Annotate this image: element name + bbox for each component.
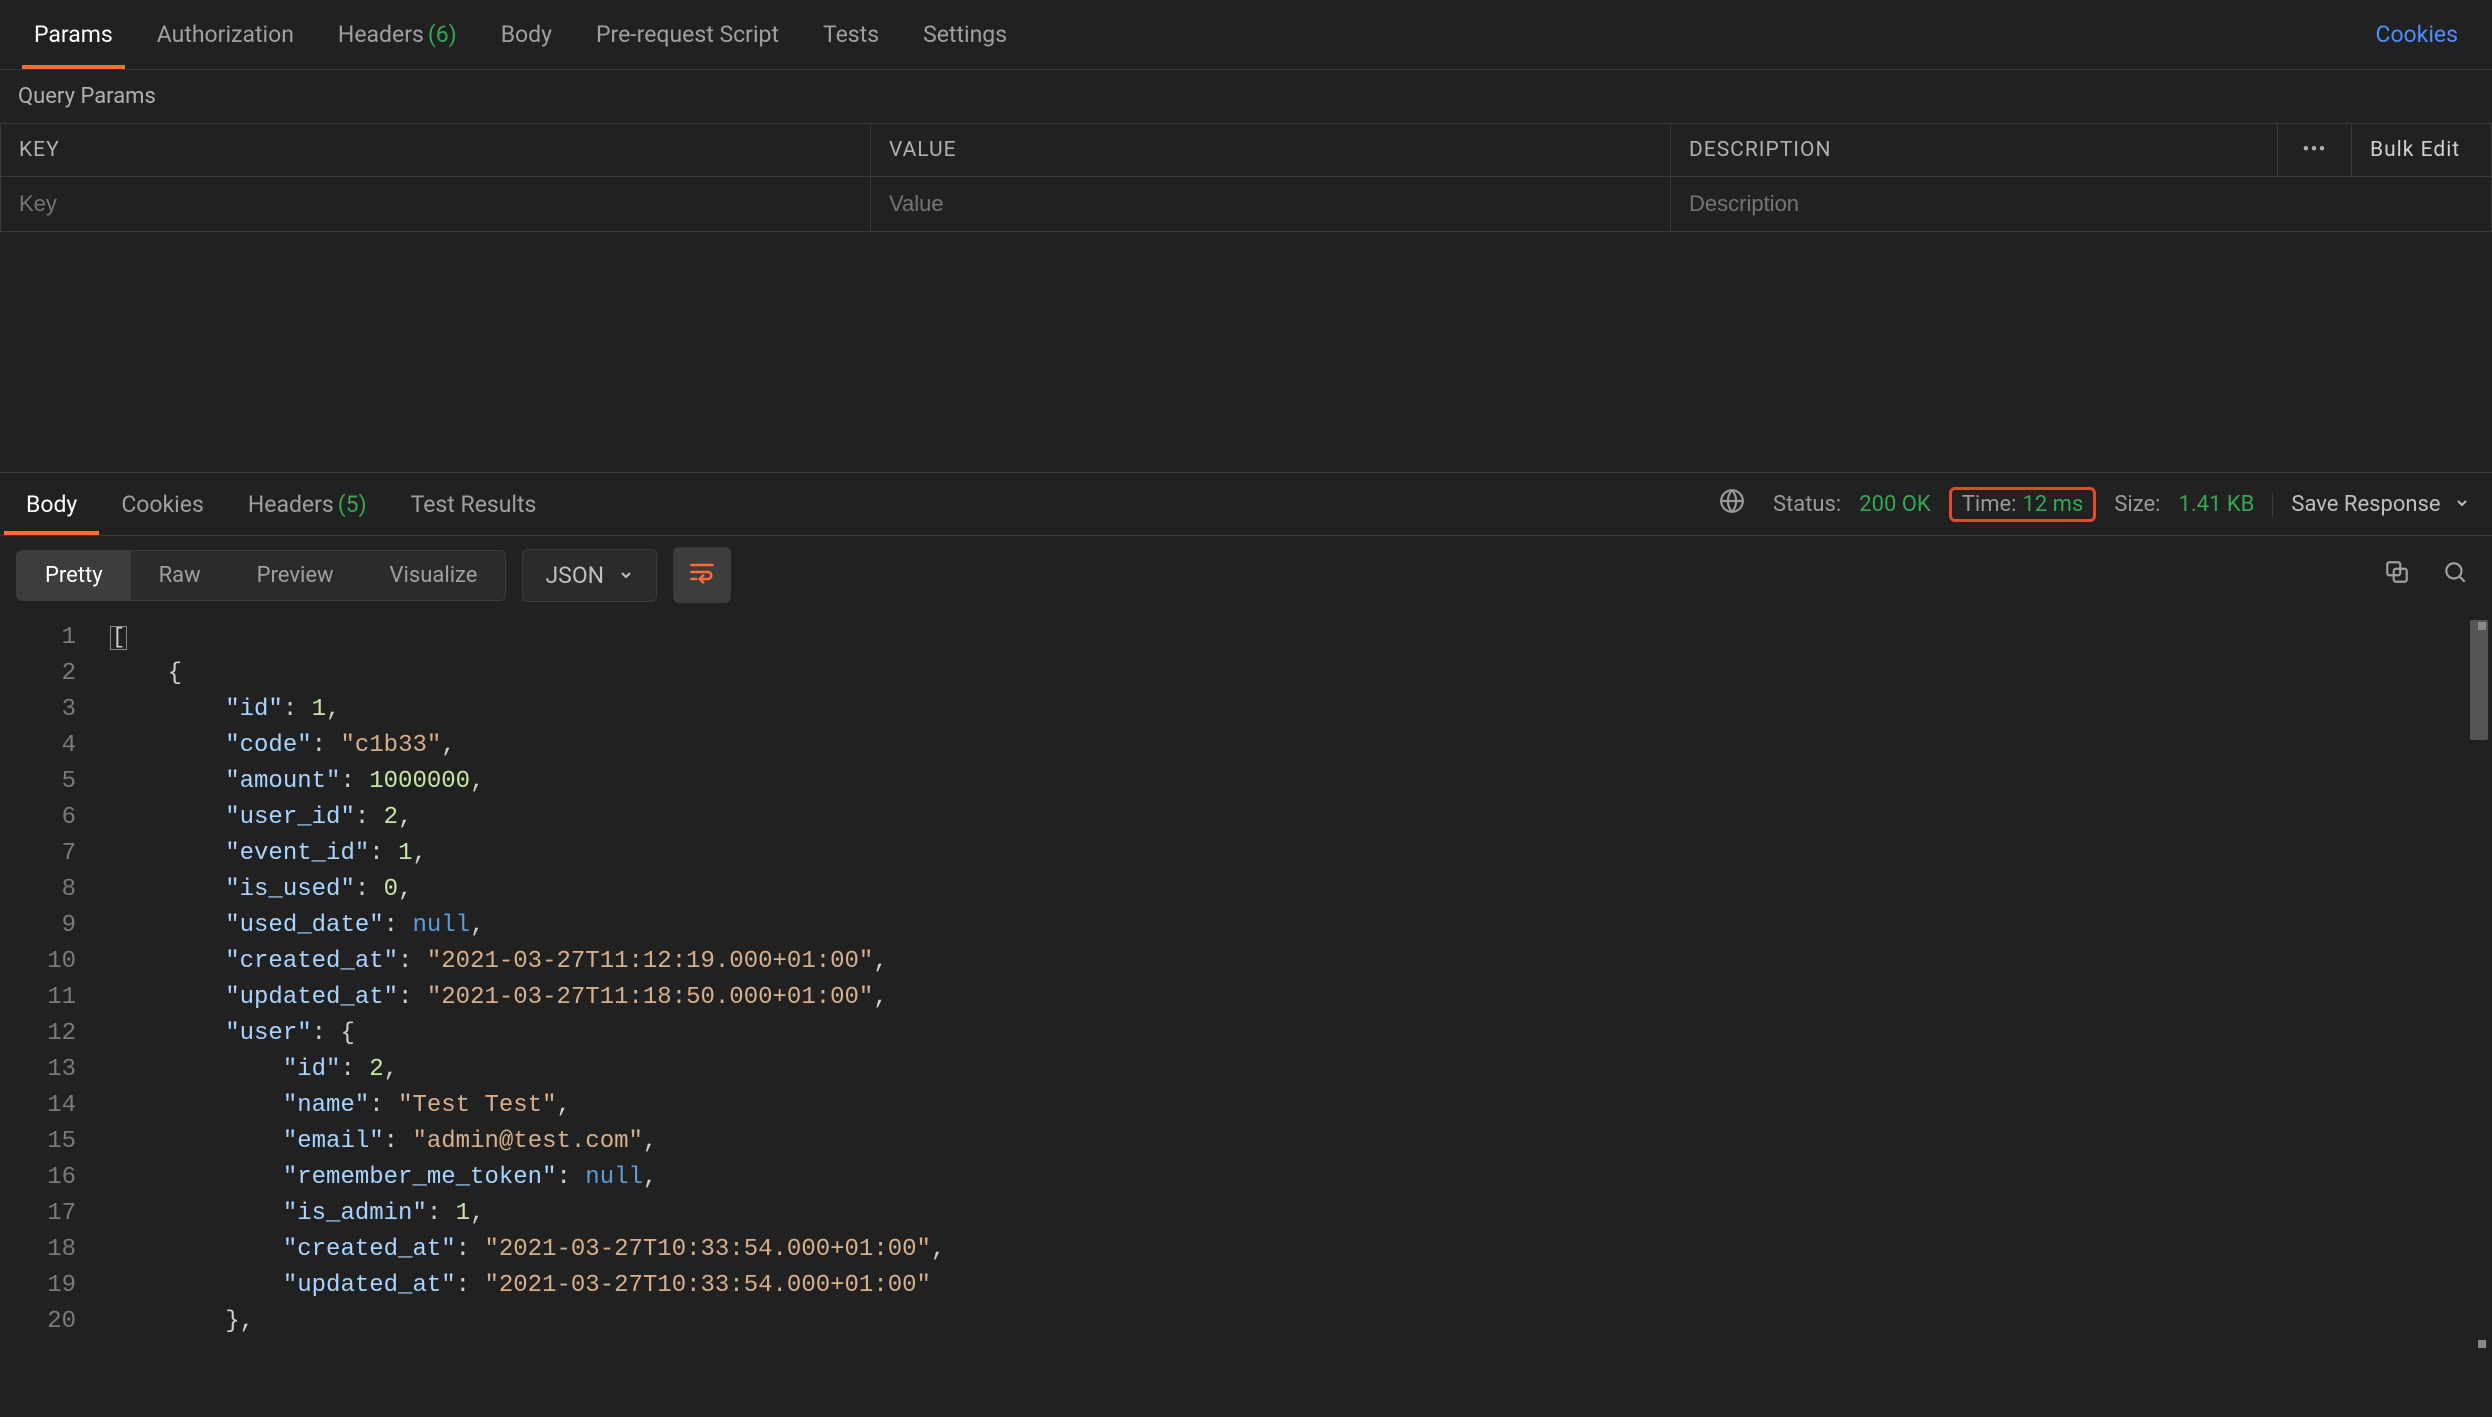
- request-tab-bar: Params Authorization Headers (6) Body Pr…: [0, 0, 2492, 70]
- tab-authorization[interactable]: Authorization: [135, 0, 316, 69]
- bulk-edit-button[interactable]: Bulk Edit: [2352, 124, 2492, 177]
- copy-response-button[interactable]: [2376, 551, 2418, 599]
- save-response-label: Save Response: [2291, 492, 2440, 517]
- save-response-button[interactable]: Save Response: [2272, 492, 2470, 517]
- search-icon: [2442, 564, 2468, 591]
- response-tab-cookies[interactable]: Cookies: [99, 473, 226, 535]
- time-value: 12 ms: [2023, 492, 2084, 517]
- view-mode-pretty[interactable]: Pretty: [17, 551, 131, 600]
- view-mode-preview[interactable]: Preview: [229, 551, 362, 600]
- tab-headers-count: (6): [428, 21, 457, 48]
- column-header-value: VALUE: [871, 124, 1671, 177]
- scrollbar-marker: [2478, 1340, 2486, 1348]
- copy-icon: [2384, 564, 2410, 591]
- tab-params[interactable]: Params: [12, 0, 135, 69]
- scrollbar-thumb[interactable]: [2470, 620, 2488, 740]
- cookies-link[interactable]: Cookies: [2353, 21, 2480, 48]
- response-format-select[interactable]: JSON: [522, 549, 657, 602]
- vertical-scrollbar[interactable]: [2470, 620, 2488, 1350]
- response-format-label: JSON: [545, 562, 604, 589]
- tab-headers[interactable]: Headers (6): [316, 0, 479, 69]
- scrollbar-marker: [2478, 622, 2486, 630]
- table-row: [1, 177, 2492, 232]
- column-options-button[interactable]: •••: [2278, 124, 2352, 177]
- wrap-icon: [688, 565, 716, 592]
- column-header-description: DESCRIPTION: [1671, 124, 2278, 177]
- description-input[interactable]: [1689, 191, 2473, 217]
- response-tab-test-results[interactable]: Test Results: [389, 473, 559, 535]
- tab-settings[interactable]: Settings: [901, 0, 1029, 69]
- size-label: Size:: [2114, 492, 2160, 517]
- response-tab-bar: Body Cookies Headers (5) Test Results St…: [0, 472, 2492, 536]
- time-label: Time:: [1962, 492, 2017, 517]
- chevron-down-icon: [618, 562, 634, 589]
- status-label: Status:: [1773, 492, 1841, 517]
- more-icon: •••: [2302, 138, 2326, 162]
- response-tab-headers[interactable]: Headers (5): [226, 473, 389, 535]
- response-view-toolbar: Pretty Raw Preview Visualize JSON: [0, 536, 2492, 614]
- query-params-table: KEY VALUE DESCRIPTION ••• Bulk Edit: [0, 123, 2492, 232]
- status-code: 200 OK: [1859, 492, 1931, 517]
- key-input[interactable]: [19, 191, 852, 217]
- tab-headers-label: Headers: [338, 21, 424, 48]
- response-tab-body[interactable]: Body: [4, 473, 99, 535]
- response-time: Time: 12 ms: [1949, 487, 2097, 522]
- response-tab-headers-count: (5): [338, 491, 367, 518]
- size-value: 1.41 KB: [2179, 492, 2255, 517]
- column-header-key: KEY: [1, 124, 871, 177]
- tab-body[interactable]: Body: [479, 0, 574, 69]
- line-wrap-button[interactable]: [673, 547, 731, 603]
- view-mode-visualize[interactable]: Visualize: [362, 551, 506, 600]
- network-icon[interactable]: [1719, 488, 1745, 520]
- value-input[interactable]: [889, 191, 1652, 217]
- response-status-block: Status: 200 OK Time: 12 ms Size: 1.41 KB…: [1719, 487, 2488, 522]
- response-code: [ { "id": 1, "code": "c1b33", "amount": …: [90, 614, 2492, 1344]
- tab-pre-request-script[interactable]: Pre-request Script: [574, 0, 801, 69]
- view-mode-segmented: Pretty Raw Preview Visualize: [16, 550, 506, 601]
- query-params-title: Query Params: [0, 70, 2492, 123]
- response-body-viewer[interactable]: 1234567891011121314151617181920 [ { "id"…: [0, 614, 2492, 1344]
- response-tab-headers-label: Headers: [248, 491, 334, 518]
- chevron-down-icon: [2454, 492, 2470, 517]
- search-response-button[interactable]: [2434, 551, 2476, 599]
- tab-tests[interactable]: Tests: [801, 0, 901, 69]
- line-number-gutter: 1234567891011121314151617181920: [0, 614, 90, 1344]
- view-mode-raw[interactable]: Raw: [131, 551, 229, 600]
